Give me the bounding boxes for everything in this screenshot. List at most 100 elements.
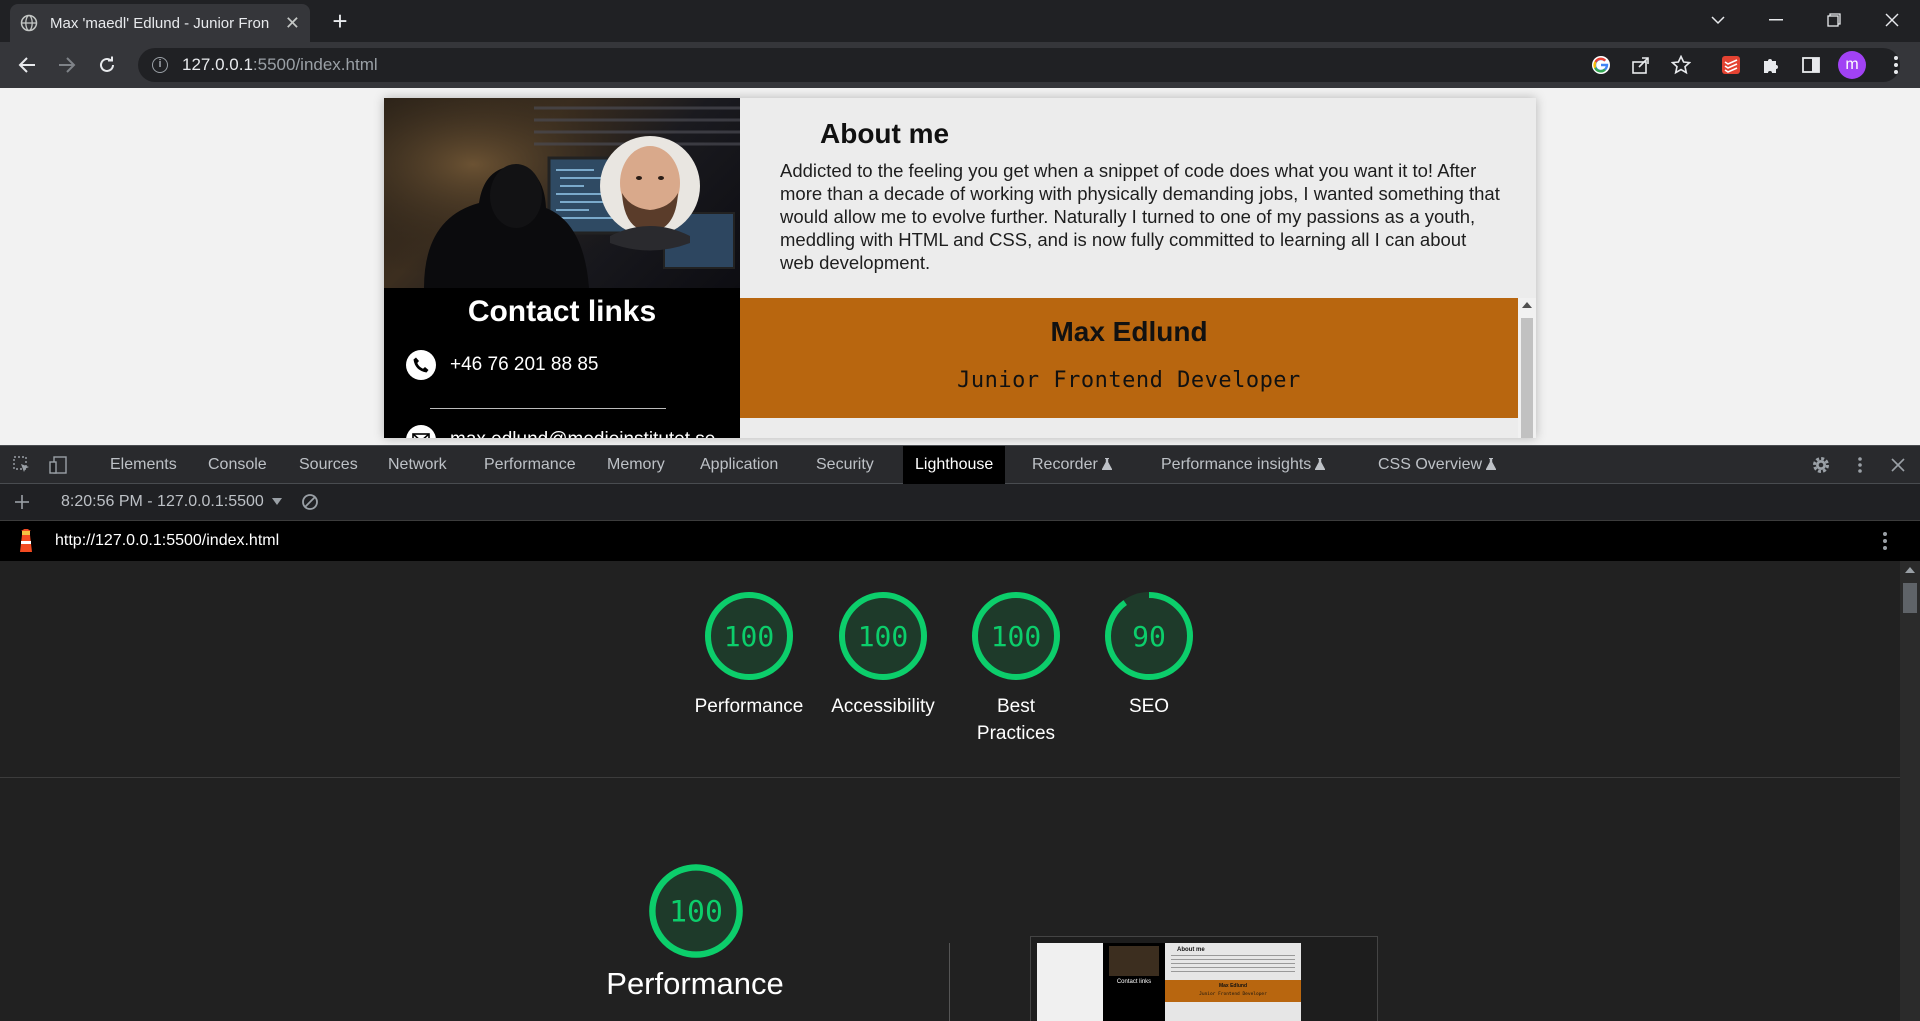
score-ring: 90 [1105,592,1193,680]
gauge-score: 90 [1132,620,1166,653]
settings-gear-icon[interactable] [1811,455,1831,475]
google-icon[interactable] [1589,53,1613,77]
new-report-plus-icon[interactable] [12,492,32,512]
gauge-performance[interactable]: 100 Performance [689,589,809,720]
gauge-score: 100 [858,620,909,653]
page-screenshot-thumbnail[interactable]: Contact links About me Max Edlund Junior… [1030,936,1378,1021]
report-selector[interactable]: 8:20:56 PM - 127.0.0.1:5500 [61,493,283,511]
phone-icon [406,350,436,380]
new-tab-button[interactable]: + [324,6,356,38]
report-scrollbar[interactable] [1900,561,1920,1021]
scroll-up-arrow-icon[interactable] [1905,567,1915,573]
close-tab-icon[interactable]: ✕ [285,13,300,34]
report-menu-icon[interactable] [1882,531,1888,556]
close-devtools-icon[interactable] [1888,455,1908,475]
lighthouse-toolbar: 8:20:56 PM - 127.0.0.1:5500 [0,484,1920,521]
tab-performance-insights[interactable]: Performance insights [1149,446,1337,484]
site-info-icon[interactable]: i [152,57,168,73]
devtools-menu-icon[interactable] [1850,455,1870,475]
tab-strip: Max 'maedl' Edlund - Junior Fron ✕ + [0,0,1920,42]
browser-toolbar: i 127.0.0.1:5500/index.html m [0,42,1920,88]
name-banner: Max Edlund Junior Frontend Developer [740,298,1518,418]
thumbnail-about-lines [1171,955,1295,975]
back-button[interactable] [13,51,41,79]
email-link[interactable]: max.edlund@medieinstitutet.se [406,425,726,438]
tab-console[interactable]: Console [196,446,279,484]
about-heading: About me [820,118,950,149]
browser-tab[interactable]: Max 'maedl' Edlund - Junior Fron ✕ [10,4,310,42]
clear-reports-icon[interactable] [300,492,320,512]
forward-button[interactable] [53,51,81,79]
bookmark-star-icon[interactable] [1669,53,1693,77]
scrollbar-thumb[interactable] [1903,583,1917,613]
experiment-flask-icon [1315,458,1326,470]
tab-application[interactable]: Application [688,446,790,484]
tab-sources[interactable]: Sources [287,446,370,484]
phone-number: +46 76 201 88 85 [450,354,599,375]
report-selector-label: 8:20:56 PM - 127.0.0.1:5500 [61,493,264,510]
extensions-puzzle-icon[interactable] [1759,53,1783,77]
thumbnail-name: Max Edlund [1218,983,1248,989]
minimize-button[interactable] [1748,0,1804,40]
tab-performance-insights-label: Performance insights [1161,456,1312,473]
about-section: About me Addicted to the feeling you get… [740,98,1536,298]
gauge-accessibility[interactable]: 100 Accessibility [823,589,943,720]
tab-title: Max 'maedl' Edlund - Junior Fron [50,14,270,32]
side-panel-icon[interactable] [1799,53,1823,77]
gauge-label: SEO [1128,696,1170,717]
email-address: max.edlund@medieinstitutet.se [450,429,715,438]
thumbnail-role: Junior Frontend Developer [1199,992,1267,997]
about-text: Addicted to the feeling you get when a s… [780,160,1500,273]
vertical-divider [949,943,950,1021]
score-ring: 100 [649,864,743,958]
tab-performance[interactable]: Performance [472,446,588,484]
phone-link[interactable]: +46 76 201 88 85 [406,350,726,380]
devtools-panel: Elements Console Sources Network Perform… [0,445,1920,1021]
tab-security[interactable]: Security [804,446,886,484]
reload-button[interactable] [93,51,121,79]
score-ring: 100 [705,592,793,680]
tab-network[interactable]: Network [376,446,459,484]
restore-button[interactable] [1806,0,1862,40]
gauge-score: 100 [724,620,775,653]
devtools-tab-bar: Elements Console Sources Network Perform… [0,446,1920,484]
contact-links-heading: Contact links [467,295,657,328]
report-url-bar: http://127.0.0.1:5500/index.html [0,521,1920,561]
tab-recorder[interactable]: Recorder [1020,446,1124,484]
tab-elements[interactable]: Elements [98,446,189,484]
close-window-button[interactable] [1864,0,1920,40]
globe-icon [20,14,38,32]
section-divider [0,777,1900,778]
inspect-element-icon[interactable] [12,455,32,475]
todoist-extension-icon[interactable] [1719,53,1743,77]
score-ring: 100 [839,592,927,680]
lighthouse-report: 100 Performance 100 Accessibility 100 Be… [0,561,1900,1021]
banner-role: Junior Frontend Developer [957,368,1301,393]
tab-search-icon[interactable] [1690,0,1746,40]
thumbnail-about-title: About me [1177,947,1205,953]
gauge-seo[interactable]: 90 SEO [1089,589,1209,720]
page-viewport: Contact links +46 76 201 88 85 max.edlun… [0,88,1920,445]
kebab-menu-icon[interactable] [1884,53,1908,77]
gauge-label: Accessibility [831,696,935,717]
scroll-up-arrow-icon[interactable] [1522,302,1532,308]
scrollbar-thumb[interactable] [1521,318,1533,438]
tab-memory[interactable]: Memory [595,446,677,484]
thumbnail-photo [1109,946,1159,976]
banner-name: Max Edlund [1050,316,1208,347]
tab-css-overview-label: CSS Overview [1378,456,1483,473]
dropdown-caret-icon [272,498,283,505]
score-ring: 100 [972,592,1060,680]
card-scrollbar[interactable] [1518,298,1536,438]
url-host: 127.0.0.1 [182,55,253,74]
share-icon[interactable] [1629,53,1653,77]
experiment-flask-icon [1101,458,1112,470]
report-url[interactable]: http://127.0.0.1:5500/index.html [55,532,279,550]
tab-lighthouse[interactable]: Lighthouse [903,446,1006,484]
gauge-best-practices[interactable]: 100 Best Practices [956,589,1076,747]
thumbnail-preview: Contact links About me Max Edlund Junior… [1037,943,1301,1021]
tab-css-overview[interactable]: CSS Overview [1366,446,1508,484]
profile-avatar[interactable]: m [1838,51,1866,79]
device-toolbar-icon[interactable] [48,455,68,475]
performance-heading: Performance [606,966,784,1001]
